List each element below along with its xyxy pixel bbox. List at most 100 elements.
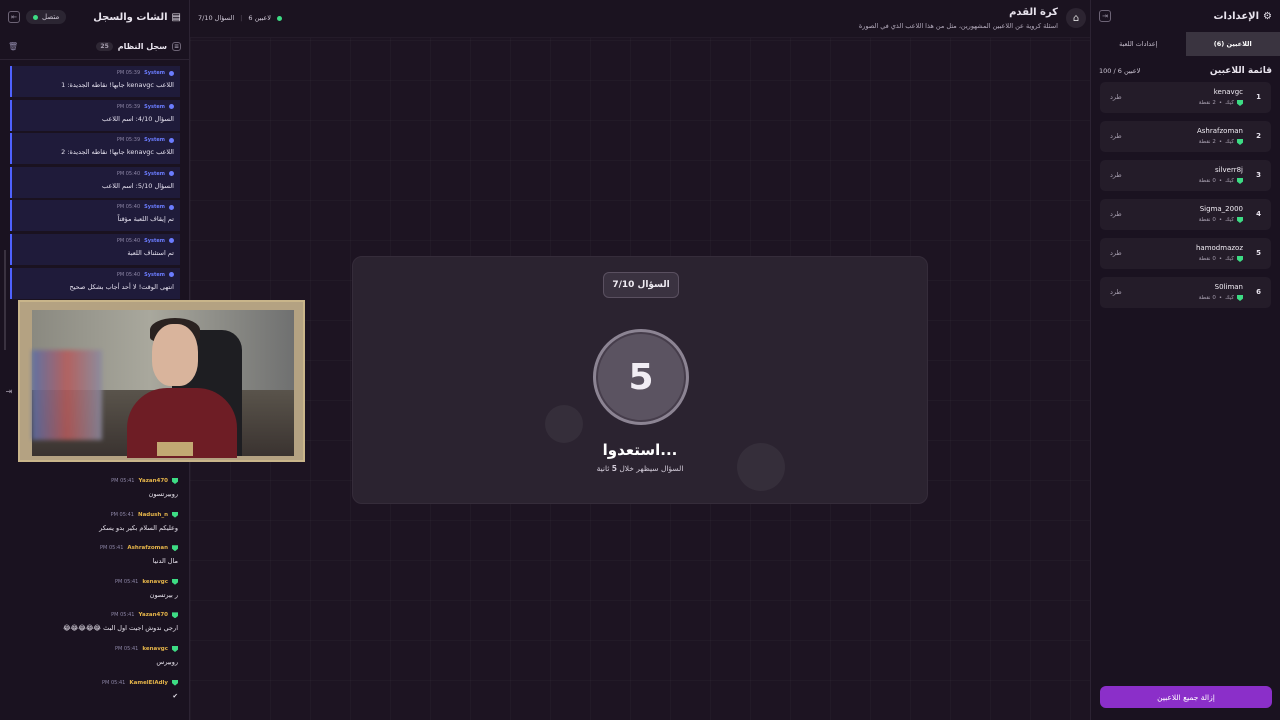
message-time: 05:39 PM (116, 103, 141, 110)
system-sender: System (144, 237, 165, 244)
chat-message: kenavgc 05:41 PM روبيرس (0, 645, 190, 680)
kick-player-button[interactable]: طرد (1110, 288, 1122, 296)
system-log-text: انتهى الوقت! لا أحد أجاب بشكل صحيح (69, 282, 175, 291)
system-log-meta: System 05:39 PM (18, 137, 174, 143)
chat-message: KamelElAdly 05:41 PM ✔ (0, 679, 190, 714)
system-icon (169, 204, 174, 210)
kick-player-button[interactable]: طرد (1110, 93, 1122, 101)
remove-all-players-button[interactable]: إزالة جميع اللاعبين (1100, 686, 1272, 708)
expand-menu-icon[interactable]: ⇥ (0, 384, 18, 398)
player-rank: 2 (1256, 132, 1261, 140)
player-points: 2 نقطة (1198, 139, 1216, 145)
player-points: 2 نقطة (1198, 100, 1216, 106)
chat-username[interactable]: Yazan470 (139, 478, 169, 484)
tab-players[interactable]: اللاعبين (6) (1185, 32, 1280, 56)
chat-message-meta: Ashrafzoman 05:41 PM (8, 545, 178, 552)
message-time: 05:40 PM (116, 204, 141, 211)
system-log-text: السؤال 5/10: اسم اللاعب (102, 181, 174, 190)
kick-badge-icon (1237, 139, 1243, 145)
message-time: 05:41 PM (111, 478, 135, 484)
system-log-item: System 05:40 PM انتهى الوقت! لا أحد أجاب ب… (10, 267, 180, 299)
player-meta: كيك • 2 نقطة (1199, 139, 1243, 145)
player-points: 0 نقطة (1198, 295, 1216, 301)
chat-username[interactable]: kenavgc (142, 579, 168, 585)
hint-prefix: السؤال سيظهر خلال (619, 464, 684, 473)
players-count: 6 لاعبين (248, 14, 272, 22)
system-log-header[interactable]: ≡ سجل النظام 25 🗑 (0, 34, 189, 60)
system-log-meta: System 05:40 PM (18, 238, 174, 244)
system-log-item: System 05:39 PM اللاعب kenavgc جابها! نقاط… (10, 66, 180, 97)
system-log-item: System 05:39 PM اللاعب kenavgc جابها! نقاط… (10, 133, 180, 165)
message-time: 05:41 PM (114, 645, 139, 652)
kick-badge-icon (172, 578, 178, 585)
message-time: 05:39 PM (116, 70, 141, 76)
system-icon (169, 104, 174, 110)
kick-badge-icon (1237, 217, 1243, 223)
settings-tabs: اللاعبين (6) إعدادات اللعبة (1091, 32, 1280, 56)
system-icon (169, 272, 174, 278)
system-log-meta: System 05:39 PM (18, 104, 174, 110)
player-row: 1 kenavgc كيك • 2 نقطة طرد (1100, 82, 1271, 113)
chat-message-text: روبيرس (156, 657, 178, 666)
collapse-panel-icon[interactable]: ⇤ (8, 11, 20, 23)
players-list-title: قائمة اللاعبين (1209, 66, 1272, 76)
hint-suffix: ثانية (596, 464, 610, 473)
kick-player-button[interactable]: طرد (1110, 249, 1122, 257)
system-log-list: System 05:39 PM اللاعب kenavgc جابها! نقاط… (0, 60, 189, 299)
chat-username[interactable]: Ashrafzoman (127, 545, 168, 551)
system-log-item: System 05:39 PM السؤال 4/10: اسم اللاعب (10, 99, 180, 131)
system-sender: System (144, 170, 165, 177)
chat-message-text: ارجي ندوش اجيت اول البث 😂😂😂😂😂 (63, 624, 178, 633)
system-sender: System (144, 271, 165, 278)
settings-title: ⚙ الإعدادات (1214, 11, 1273, 22)
message-time: 05:41 PM (102, 679, 126, 686)
tab-game-settings[interactable]: إعدادات اللعبة (1091, 32, 1186, 56)
player-row: 5 hamodmazoz كيك • 0 نقطة طرد (1100, 238, 1271, 269)
system-log-text: اللاعب kenavgc جابها! نقاطه الجديدة: 2 (61, 148, 174, 157)
system-log-title-text: سجل النظام (117, 42, 167, 51)
scrollbar[interactable] (4, 250, 6, 350)
chat-message: Yazan470 05:41 PM ارجي ندوش اجيت اول البث … (0, 612, 190, 646)
kick-player-button[interactable]: طرد (1110, 132, 1122, 140)
chat-username[interactable]: Nadush_n (138, 512, 168, 518)
player-meta: كيك • 2 نقطة (1199, 100, 1243, 106)
message-time: 05:40 PM (116, 170, 141, 177)
player-meta: كيك • 0 نقطة (1199, 256, 1243, 262)
question-badge: السؤال 7/10 (603, 272, 679, 298)
chat-username[interactable]: Yazan470 (139, 612, 169, 618)
system-log-text: السؤال 4/10: اسم اللاعب (102, 114, 174, 123)
connection-status-badge: متصل (26, 10, 67, 24)
chat-message: kenavgc 05:41 PM ر بيرتسون (0, 578, 190, 613)
chat-message: Ashrafzoman 05:41 PM مال الدنيا (0, 545, 190, 579)
kick-player-button[interactable]: طرد (1110, 210, 1122, 218)
collapse-settings-icon[interactable]: ⇥ (1099, 10, 1111, 22)
system-log-item: System 05:40 PM تم استئناف اللعبة (10, 233, 180, 265)
player-name: Sigma_2000 (1199, 205, 1243, 213)
question-progress: السؤال 7/10 (198, 14, 235, 22)
player-points: 0 نقطة (1198, 256, 1216, 262)
player-platform: كيك (1225, 217, 1234, 223)
chat-message-meta: kenavgc 05:41 PM (8, 578, 178, 585)
webcam-feed (32, 310, 294, 458)
system-log-meta: System 05:40 PM (18, 204, 174, 210)
chat-username[interactable]: KamelElAdly (129, 680, 168, 686)
chat-username[interactable]: kenavgc (142, 646, 168, 652)
trash-icon[interactable]: 🗑 (8, 42, 18, 51)
message-time: 05:41 PM (110, 511, 134, 518)
chat-message-text: وعليكم السلام بكير بدو يسكر (99, 523, 178, 532)
system-icon (169, 171, 174, 177)
chat-icon: ▤ (171, 11, 181, 23)
home-icon[interactable]: ⌂ (1066, 8, 1086, 28)
webcam-logo (157, 442, 193, 456)
system-icon (169, 70, 174, 76)
players-list-header: قائمة اللاعبين 100 / 6 لاعبين (1091, 56, 1280, 82)
system-log-text: تم استئناف اللعبة (127, 248, 174, 257)
player-platform: كيك (1225, 178, 1234, 184)
system-log-count: 25 (96, 42, 113, 51)
player-name: Ashrafzoman (1196, 127, 1243, 135)
player-row: 2 Ashrafzoman كيك • 2 نقطة طرد (1100, 121, 1271, 152)
countdown-card: السؤال 7/10 5 استعدوا... السؤال سيظهر خل… (352, 256, 928, 504)
message-time: 05:41 PM (114, 578, 139, 585)
kick-player-button[interactable]: طرد (1110, 171, 1122, 179)
system-sender: System (144, 103, 165, 110)
